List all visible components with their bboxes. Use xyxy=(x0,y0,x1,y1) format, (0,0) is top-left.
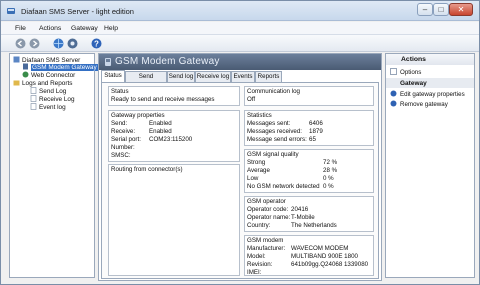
close-button[interactable]: ✕ xyxy=(449,3,473,16)
gateway-properties-box: Gateway properties Send: Enabled Receive… xyxy=(108,110,240,162)
back-icon[interactable] xyxy=(15,38,26,49)
operator-box: GSM operator Operator code: 20416 Operat… xyxy=(244,196,374,232)
remove-icon xyxy=(390,100,397,107)
status-tab-content: Status Ready to send and receive message… xyxy=(101,82,379,279)
actions-header: Actions xyxy=(386,54,474,65)
globe-icon[interactable] xyxy=(53,38,64,49)
status-box: Status Ready to send and receive message… xyxy=(108,86,240,106)
maximize-button[interactable]: □ xyxy=(433,3,449,16)
svg-text:?: ? xyxy=(94,39,99,48)
log-icon xyxy=(30,95,37,102)
minimize-button[interactable]: – xyxy=(417,3,433,16)
tree-item-send-log[interactable]: Send Log xyxy=(30,87,66,95)
modem-box: GSM modem Manufacturer: WAVECOM MODEM Mo… xyxy=(244,235,374,276)
menu-actions[interactable]: Actions xyxy=(39,25,61,32)
page-title: GSM Modem Gateway xyxy=(115,56,220,67)
tab-receive-log[interactable]: Receive log xyxy=(195,71,231,82)
log-icon xyxy=(30,103,37,110)
menu-bar: File Actions Gateway Help xyxy=(1,22,479,35)
tree-item-logs-and-reports[interactable]: Logs and Reports xyxy=(13,79,72,87)
app-window: Diafaan SMS Server - light edition – □ ✕… xyxy=(0,0,480,285)
gateway-header: GSM Modem Gateway xyxy=(99,54,381,70)
server-icon xyxy=(13,56,20,63)
tab-status[interactable]: Status xyxy=(101,70,125,82)
edit-gateway-properties-action[interactable]: Edit gateway properties xyxy=(390,90,465,98)
app-icon xyxy=(7,8,15,14)
log-icon xyxy=(30,87,37,94)
folder-icon xyxy=(13,80,20,86)
actions-panel: Actions Options Gateway Edit gateway pro… xyxy=(385,53,475,278)
menu-gateway[interactable]: Gateway xyxy=(71,25,98,32)
tree-item-web-connector[interactable]: Web Connector xyxy=(22,71,75,79)
settings-icon[interactable] xyxy=(67,38,78,49)
options-action[interactable]: Options xyxy=(390,68,421,76)
signal-quality-box: GSM signal quality Strong 72 % Average 2… xyxy=(244,149,374,193)
tab-send-log[interactable]: Send log xyxy=(167,71,195,82)
modem-icon xyxy=(105,58,111,66)
statistics-box: Statistics Messages sent: 6406 Messages … xyxy=(244,110,374,146)
routing-box: Routing from connector(s) xyxy=(108,164,240,276)
remove-gateway-action[interactable]: Remove gateway xyxy=(390,100,448,108)
tree-item-event-log[interactable]: Event log xyxy=(30,103,66,111)
communication-log-box: Communication log Off xyxy=(244,86,374,106)
gateway-icon xyxy=(23,63,28,70)
navigation-tree: Diafaan SMS Server GSM Modem Gateway Web… xyxy=(9,53,98,278)
forward-icon[interactable] xyxy=(29,38,40,49)
edit-icon xyxy=(390,90,397,97)
communication-log-value: Off xyxy=(247,96,256,103)
help-icon[interactable]: ? xyxy=(91,38,102,49)
tab-events[interactable]: Events xyxy=(231,71,255,82)
tree-item-gsm-modem-gateway[interactable]: GSM Modem Gateway xyxy=(22,63,98,71)
menu-help[interactable]: Help xyxy=(104,25,118,32)
tree-item-receive-log[interactable]: Receive Log xyxy=(30,95,75,103)
gateway-panel: GSM Modem Gateway Status Send Message Se… xyxy=(98,53,382,281)
title-bar[interactable]: Diafaan SMS Server - light edition – □ ✕ xyxy=(1,1,479,21)
tab-reports[interactable]: Reports xyxy=(255,71,282,82)
status-text: Ready to send and receive messages xyxy=(111,96,215,103)
menu-file[interactable]: File xyxy=(15,25,26,32)
window-title: Diafaan SMS Server - light edition xyxy=(21,7,134,16)
options-icon xyxy=(390,68,397,75)
toolbar: ? xyxy=(1,35,479,52)
gateway-section-header: Gateway xyxy=(386,78,474,88)
connector-icon xyxy=(22,71,29,78)
tab-send-message[interactable]: Send Message xyxy=(125,71,167,89)
